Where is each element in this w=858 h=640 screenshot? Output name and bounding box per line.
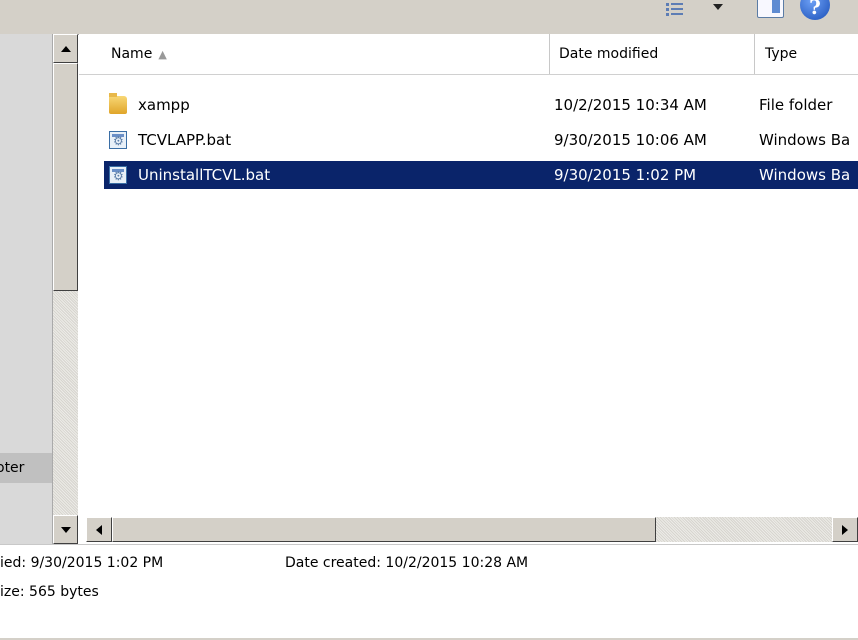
file-row-uninstalltcvl[interactable]: UninstallTCVL.bat 9/30/2015 1:02 PM Wind… — [104, 161, 858, 189]
view-menu-icon[interactable] — [666, 2, 684, 24]
batch-file-icon — [109, 131, 127, 149]
file-date-modified: 9/30/2015 1:02 PM — [554, 166, 697, 184]
column-type-label: Type — [765, 46, 798, 62]
file-list: Name ▲ Date modified Type xampp 10/2/2015… — [79, 34, 858, 544]
folder-icon — [109, 93, 127, 114]
date-modified-value: 9/30/2015 1:02 PM — [30, 555, 164, 571]
details-pane: ied: 9/30/2015 1:02 PM Date created: 10/… — [0, 544, 858, 640]
scroll-left-button[interactable] — [86, 517, 112, 542]
scroll-up-button[interactable] — [53, 34, 78, 63]
file-name: xampp — [138, 96, 190, 114]
file-type: Windows Ba — [759, 131, 851, 149]
file-type: File folder — [759, 96, 833, 114]
size-detail: ize: 565 bytes — [0, 584, 99, 600]
column-header-date-modified[interactable]: Date modified — [549, 34, 755, 74]
toolbar: ? — [0, 0, 858, 35]
horizontal-scroll-thumb[interactable] — [112, 517, 656, 542]
navigation-pane: oter — [0, 34, 52, 544]
file-date-modified: 9/30/2015 10:06 AM — [554, 131, 707, 149]
preview-pane-icon[interactable] — [757, 0, 784, 18]
column-date-label: Date modified — [559, 46, 659, 62]
navigation-item-computer[interactable]: oter — [0, 453, 52, 483]
file-date-modified: 10/2/2015 10:34 AM — [554, 96, 707, 114]
scroll-right-icon — [842, 524, 848, 535]
file-list-horizontal-scrollbar[interactable] — [86, 517, 858, 542]
date-created-value: 10/2/2015 10:28 AM — [385, 555, 529, 571]
file-type: Windows Ba — [759, 166, 851, 184]
column-header: Name ▲ Date modified Type — [79, 34, 858, 75]
file-row-xampp[interactable]: xampp 10/2/2015 10:34 AM File folder — [104, 91, 858, 119]
scroll-down-button[interactable] — [53, 515, 78, 544]
size-label: ize: — [0, 584, 25, 600]
date-created-label: Date created: — [285, 555, 381, 571]
file-name: TCVLAPP.bat — [138, 131, 232, 149]
file-name: UninstallTCVL.bat — [138, 166, 271, 184]
navigation-vertical-scrollbar[interactable] — [52, 34, 78, 544]
column-name-label: Name — [111, 46, 153, 62]
help-icon[interactable]: ? — [800, 0, 830, 20]
batch-file-icon — [109, 166, 127, 184]
date-modified-label: ied: — [0, 555, 27, 571]
sort-ascending-icon: ▲ — [158, 48, 167, 61]
scroll-down-icon — [60, 526, 71, 533]
scroll-right-button[interactable] — [832, 517, 858, 542]
file-row-tcvlapp[interactable]: TCVLAPP.bat 9/30/2015 10:06 AM Windows B… — [104, 126, 858, 154]
column-header-name[interactable]: Name ▲ — [101, 34, 550, 74]
date-created-detail: Date created: 10/2/2015 10:28 AM — [285, 555, 528, 571]
scroll-up-icon — [60, 45, 71, 52]
scroll-left-icon — [96, 524, 102, 535]
date-modified-detail: ied: 9/30/2015 1:02 PM — [0, 555, 163, 571]
dropdown-arrow-icon[interactable] — [713, 4, 723, 10]
size-value: 565 bytes — [29, 584, 99, 600]
scroll-thumb[interactable] — [53, 63, 78, 291]
column-header-type[interactable]: Type — [755, 34, 858, 74]
